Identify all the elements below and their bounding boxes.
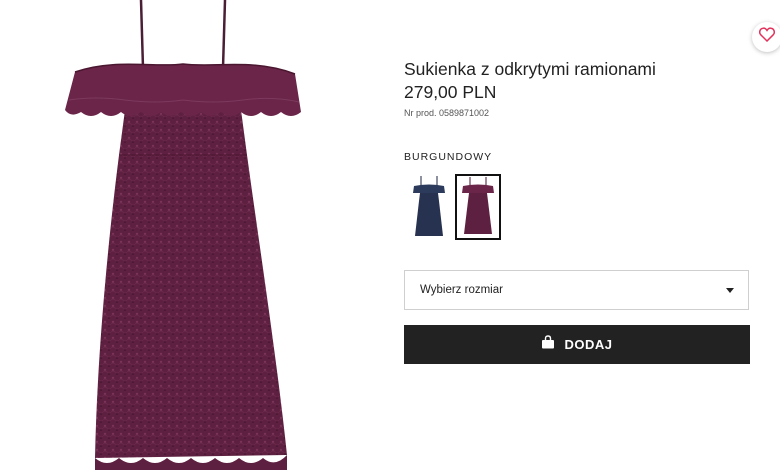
color-swatch-burgundy[interactable]: [455, 174, 501, 240]
favorite-button[interactable]: [752, 22, 780, 52]
product-title: Sukienka z odkrytymi ramionami: [404, 59, 656, 79]
heart-icon: [758, 27, 776, 47]
chevron-down-icon: [726, 288, 734, 293]
shopping-bag-icon: [541, 335, 555, 354]
color-swatch-navy[interactable]: [406, 174, 452, 240]
size-select[interactable]: Wybierz rozmiar: [404, 270, 749, 310]
add-to-cart-button[interactable]: DODAJ: [404, 325, 750, 364]
product-price: 279,00 PLN: [404, 82, 497, 102]
product-image: [55, 0, 310, 470]
article-number: Nr prod. 0589871002: [404, 108, 490, 118]
add-to-cart-label: DODAJ: [564, 337, 613, 352]
selected-color-label: BURGUNDOWY: [404, 151, 493, 163]
size-select-label: Wybierz rozmiar: [420, 284, 503, 296]
